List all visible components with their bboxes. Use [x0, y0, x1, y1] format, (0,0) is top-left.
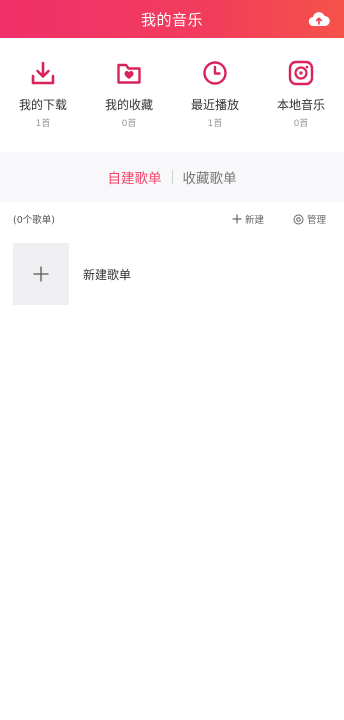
new-playlist-button[interactable]: 新建	[232, 212, 264, 226]
tab-collected-playlists[interactable]: 收藏歌单	[173, 167, 247, 187]
quick-item-label: 我的收藏	[104, 98, 153, 112]
quick-item-label: 我的下载	[18, 98, 67, 112]
quick-item-count: 0首	[293, 119, 309, 129]
quick-access-row: 我的下载 1首 我的收藏 0首 最近播放 1首 本地音乐 0首	[0, 58, 344, 138]
quick-item-downloads[interactable]: 我的下载 1首	[0, 58, 86, 138]
manage-button-label: 管理	[307, 215, 327, 226]
clock-icon	[200, 58, 230, 88]
cloud-upload-icon[interactable]	[308, 8, 330, 30]
plus-icon	[33, 266, 49, 282]
favorites-folder-icon	[114, 58, 144, 88]
playlist-tabs: 自建歌单 收藏歌单	[0, 152, 344, 202]
quick-item-recent[interactable]: 最近播放 1首	[172, 58, 258, 138]
quick-item-count: 0首	[121, 119, 137, 129]
quick-item-label: 最近播放	[190, 98, 239, 112]
quick-item-count: 1首	[35, 119, 51, 129]
download-icon	[28, 58, 58, 88]
quick-item-local[interactable]: 本地音乐 0首	[258, 58, 344, 138]
plus-icon	[232, 214, 242, 224]
add-playlist-cover[interactable]	[13, 243, 69, 305]
quick-item-favorites[interactable]: 我的收藏 0首	[86, 58, 172, 138]
vinyl-record-icon	[286, 58, 316, 88]
quick-item-count: 1首	[207, 119, 223, 129]
new-playlist-label: 新建歌单	[83, 267, 132, 282]
playlist-count: (0个歌单)	[13, 215, 55, 226]
app-header: 我的音乐	[0, 0, 344, 38]
page-title: 我的音乐	[140, 10, 203, 29]
new-playlist-item[interactable]: 新建歌单	[13, 243, 331, 305]
new-button-label: 新建	[245, 215, 265, 226]
settings-icon	[293, 214, 304, 225]
tab-created-playlists[interactable]: 自建歌单	[98, 167, 172, 187]
quick-item-label: 本地音乐	[276, 98, 325, 112]
manage-button[interactable]: 管理	[293, 212, 326, 226]
list-toolbar: (0个歌单) 新建 管理	[0, 208, 344, 230]
